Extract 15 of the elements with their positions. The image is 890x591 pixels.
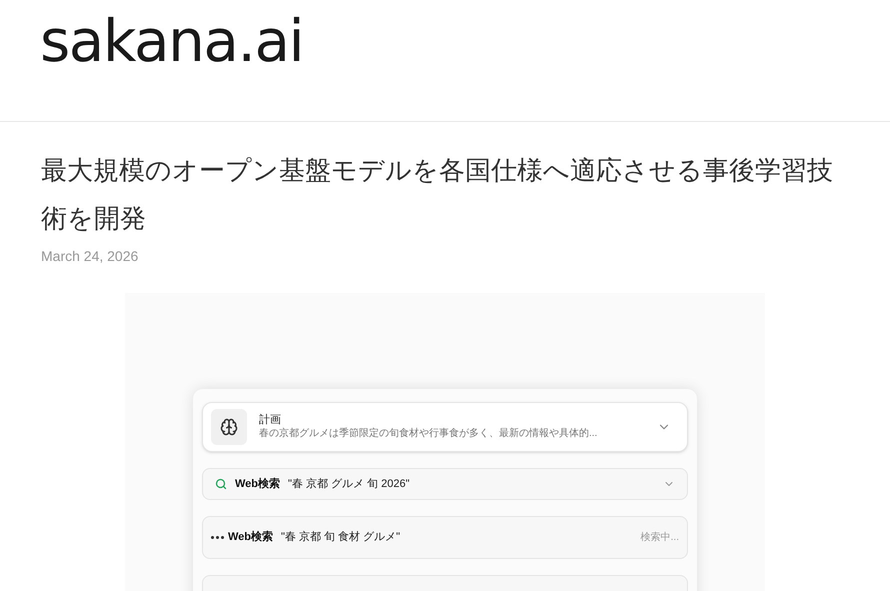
search-step-card[interactable]: Web検索 "春 京都 グルメ 旬 2026" bbox=[202, 468, 688, 500]
loading-dots-icon bbox=[211, 536, 224, 539]
search-icon bbox=[215, 478, 227, 490]
plan-card[interactable]: 計画 春の京都グルメは季節限定の旬食材や行事食が多く、最新の情報や具体的... bbox=[202, 402, 688, 452]
search-query: "春 京都 グルメ 旬 2026" bbox=[288, 476, 411, 492]
search-query: "春 京都 旬 食材 グルメ" bbox=[281, 530, 402, 546]
article-date: March 24, 2026 bbox=[41, 247, 140, 266]
plan-summary: 春の京都グルメは季節限定の旬食材や行事食が多く、最新の情報や具体的... bbox=[259, 427, 598, 441]
step-label: Web検索 bbox=[228, 530, 274, 546]
site-logo[interactable]: sakana.ai bbox=[40, 6, 304, 76]
step-label: Web検索 bbox=[235, 476, 280, 492]
article-title: 最大規模のオープン基盤モデルを各国仕様へ適応させる事後学習技術を開発 bbox=[41, 154, 834, 235]
search-status: 検索中... bbox=[640, 530, 679, 545]
brain-icon bbox=[211, 409, 247, 445]
step-label: 計画 bbox=[259, 413, 282, 427]
